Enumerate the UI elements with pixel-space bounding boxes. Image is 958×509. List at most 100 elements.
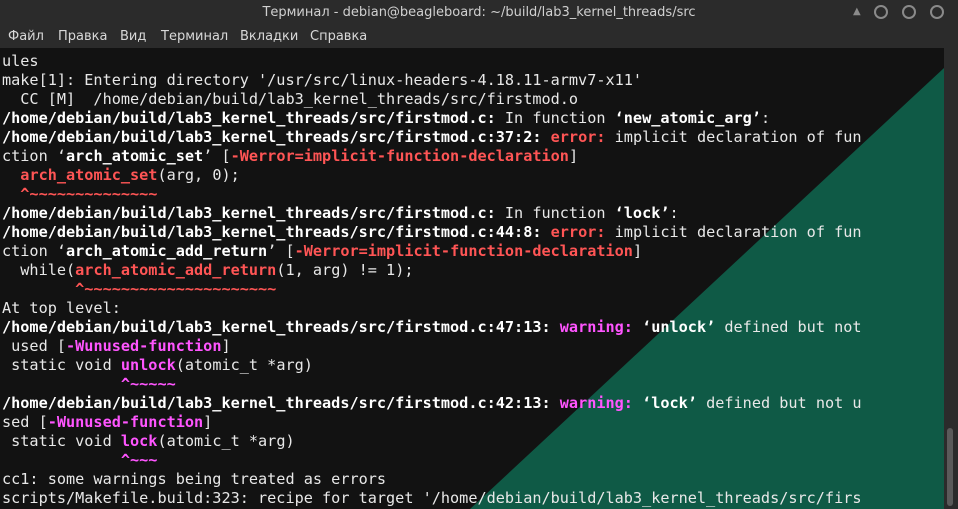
terminal-text-segment: cc1: some warnings being treated as erro… [2, 470, 387, 488]
terminal-line: ^~~~~~~~~~~~~~~ [2, 185, 862, 204]
window-title: Терминал - debian@beagleboard: ~/build/l… [262, 5, 696, 20]
terminal-output[interactable]: ules make[1]: Entering directory '/usr/sr… [0, 48, 944, 509]
menu-help[interactable]: Справка [310, 29, 367, 44]
terminal-text-segment: /home/debian/build/lab3_kernel_threads/s… [2, 318, 551, 336]
terminal-text-segment: arch_atomic_set [66, 147, 204, 165]
terminal-text-segment: /home/debian/build/lab3_kernel_threads/s… [2, 128, 542, 146]
terminal-text-segment: defined but not [715, 318, 862, 336]
terminal-scrollbar[interactable] [944, 48, 958, 509]
terminal-text-segment: defined but not u [696, 394, 862, 412]
terminal-line: ^~~~~~~~~~~~~~~~~~~~~~ [2, 280, 862, 299]
terminal-text-segment: /home/debian/build/lab3_kernel_threads/s… [2, 223, 542, 241]
terminal-line: arch_atomic_set(arg, 0); [2, 166, 862, 185]
menu-tabs[interactable]: Вкладки [240, 29, 298, 44]
terminal-text-segment: ‘unlock’ [642, 318, 716, 336]
terminal-line: ^~~~~~ [2, 375, 862, 394]
terminal-text-segment: ‘new_atomic_arg’ [614, 109, 761, 127]
terminal-line: CC [M] /home/debian/build/lab3_kernel_th… [2, 90, 862, 109]
terminal-text-segment: lock [120, 432, 158, 450]
terminal-text-segment: ction ‘ [2, 242, 67, 260]
terminal-line: ction ‘arch_atomic_set’ [-Werror=implici… [2, 147, 862, 166]
window-titlebar[interactable]: Терминал - debian@beagleboard: ~/build/l… [0, 0, 958, 26]
scrollbar-thumb[interactable] [947, 428, 953, 506]
terminal-text-segment: -Wunused-function [47, 413, 204, 431]
terminal-text-segment: ules [2, 52, 39, 70]
collapse-arrow-icon[interactable]: ▲ [853, 6, 861, 17]
terminal-text-segment: : [760, 109, 771, 127]
terminal-text-segment: arch_atomic_set [20, 166, 158, 184]
terminal-line: while(arch_atomic_add_return(1, arg) != … [2, 261, 862, 280]
menu-view[interactable]: Вид [120, 29, 146, 44]
terminal-text-segment: (1, arg) != 1); [276, 261, 414, 279]
terminal-text-segment: ‘lock’ [614, 204, 670, 222]
menu-file[interactable]: Файл [8, 29, 44, 44]
terminal-line: static void unlock(atomic_t *arg) [2, 356, 862, 375]
terminal-text-segment: arch_atomic_add_return [75, 261, 277, 279]
terminal-text-segment: ] [632, 242, 643, 260]
terminal-text-segment: ^~~~~~~~~~~~~~~ [2, 185, 158, 203]
terminal-text-segment: : [669, 204, 679, 222]
terminal-line: ules [2, 52, 862, 71]
terminal-text-segment: ‘lock’ [642, 394, 697, 412]
terminal-text-segment: In function [495, 204, 615, 222]
terminal-text-segment: error: [550, 128, 606, 146]
menu-terminal[interactable]: Терминал [161, 29, 228, 44]
terminal-text-segment: used [ [2, 337, 67, 355]
menu-edit[interactable]: Правка [58, 29, 107, 44]
terminal-text-segment: (arg, 0); [157, 166, 240, 184]
terminal-line: scripts/Makefile.build:323: recipe for t… [2, 489, 862, 508]
terminal-line: cc1: some warnings being treated as erro… [2, 470, 862, 489]
terminal-text-segment: ^~~~~~~~~~~~~~~~~~~~~~ [2, 280, 277, 298]
terminal-text-segment: make[1]: Entering directory '/usr/src/li… [2, 71, 643, 89]
terminal-text-segment: /home/debian/build/lab3_kernel_threads/s… [2, 109, 496, 127]
terminal-line: At top level: [2, 299, 862, 318]
terminal-text-segment: sed [ [2, 413, 48, 431]
terminal-text-segment: scripts/Makefile.build:323: recipe for t… [2, 489, 862, 507]
terminal-text-segment: while( [2, 261, 76, 279]
terminal-line: static void lock(atomic_t *arg) [2, 432, 862, 451]
terminal-line: /home/debian/build/lab3_kernel_threads/s… [2, 394, 862, 413]
minimize-button[interactable] [874, 5, 888, 19]
terminal-text-segment: (atomic_t *arg) [175, 356, 313, 374]
terminal-text-segment: ’ [ [203, 147, 231, 165]
terminal-text-segment: static void [2, 356, 121, 374]
maximize-button[interactable] [902, 5, 916, 19]
terminal-text-segment: warning: [559, 394, 633, 412]
terminal-text-segment: warning: [559, 318, 633, 336]
terminal-text-segment: ction ‘ [2, 147, 67, 165]
terminal-text-segment: ^~~~~~ [2, 375, 176, 393]
terminal-line: make[1]: Entering directory '/usr/src/li… [2, 71, 862, 90]
terminal-line: /home/debian/build/lab3_kernel_threads/s… [2, 204, 862, 223]
terminal-line: ^~~~ [2, 451, 862, 470]
terminal-text-segment: ] [221, 337, 231, 355]
terminal-text-segment: -Werror=implicit-function-declaration [294, 242, 633, 260]
terminal-text-segment: implicit declaration of fun [605, 223, 862, 241]
terminal-text-segment: ^~~~ [2, 451, 158, 469]
terminal-text-segment: CC [M] /home/debian/build/lab3_kernel_th… [2, 90, 579, 108]
terminal-text-segment: ] [568, 147, 579, 165]
terminal-line: /home/debian/build/lab3_kernel_threads/s… [2, 128, 862, 147]
terminal-line: /home/debian/build/lab3_kernel_threads/s… [2, 223, 862, 242]
terminal-text-segment: /home/debian/build/lab3_kernel_threads/s… [2, 204, 496, 222]
terminal-text-segment: static void [2, 432, 121, 450]
terminal-line: used [-Wunused-function] [2, 337, 862, 356]
terminal-text-segment: In function [495, 109, 615, 127]
terminal-text-segment: implicit declaration of fun [605, 128, 862, 146]
menubar: Файл Правка Вид Терминал Вкладки Справка [0, 26, 958, 48]
terminal-line: sed [-Wunused-function] [2, 413, 862, 432]
terminal-text-segment: ’ [ [267, 242, 295, 260]
terminal-text-segment: -Werror=implicit-function-declaration [230, 147, 569, 165]
terminal-text-segment: /home/debian/build/lab3_kernel_threads/s… [2, 394, 551, 412]
terminal-line: ction ‘arch_atomic_add_return’ [-Werror=… [2, 242, 862, 261]
terminal-text-segment: -Wunused-function [66, 337, 222, 355]
terminal-text-segment: ] [203, 413, 213, 431]
terminal-text-segment: arch_atomic_add_return [66, 242, 268, 260]
close-button[interactable] [930, 5, 944, 19]
